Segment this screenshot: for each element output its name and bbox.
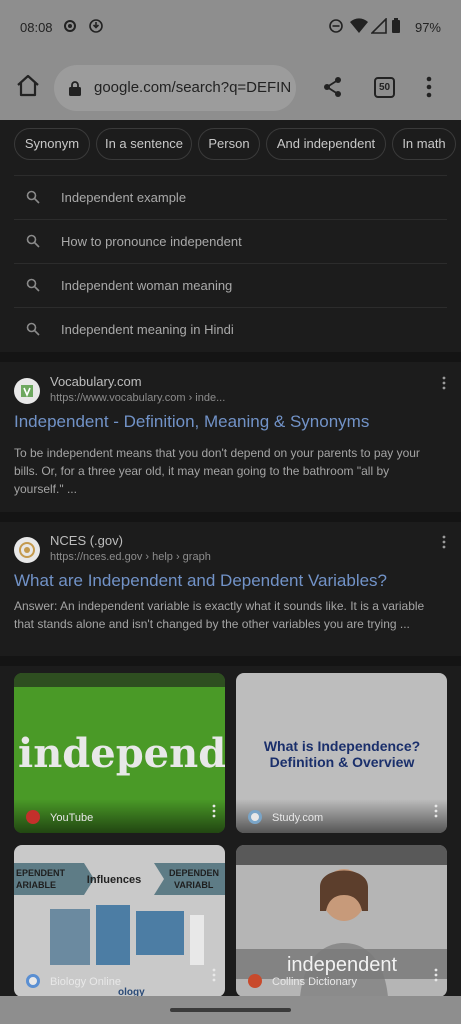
overflow-menu-button[interactable]	[422, 76, 436, 103]
more-vert-icon[interactable]	[441, 376, 447, 395]
tab-switcher-button[interactable]: 50	[374, 77, 395, 98]
chip-in-math[interactable]: In math	[392, 128, 456, 160]
nces-favicon-icon	[14, 537, 40, 563]
browser-toolbar: google.com/search?q=DEFINI 50	[0, 56, 461, 120]
search-result: Vocabulary.com https://www.vocabulary.co…	[14, 374, 447, 504]
share-button[interactable]	[322, 76, 344, 103]
video-card[interactable]: independent Collins Dictionary	[236, 845, 447, 997]
collins-icon	[248, 974, 262, 988]
chip-in-a-sentence[interactable]: In a sentence	[96, 128, 192, 160]
result-snippet: To be independent means that you don't d…	[14, 446, 420, 496]
chip-person[interactable]: Person	[198, 128, 260, 160]
svg-text:EPENDENT: EPENDENT	[16, 868, 66, 878]
battery-icon	[391, 18, 401, 37]
svg-text:VARIABL: VARIABL	[174, 880, 214, 890]
suggestion-item[interactable]: Independent meaning in Hindi	[14, 307, 447, 351]
signal-icon	[370, 17, 387, 37]
wifi-icon	[350, 18, 368, 37]
home-icon	[17, 74, 39, 97]
svg-text:DEPENDEN: DEPENDEN	[169, 868, 219, 878]
system-nav-bar	[0, 996, 461, 1024]
more-vert-icon[interactable]	[441, 535, 447, 554]
url-text: google.com/search?q=DEFINI	[94, 79, 290, 96]
home-button[interactable]	[12, 70, 44, 102]
settings-icon	[62, 18, 78, 37]
result-title-link[interactable]: Independent - Definition, Meaning & Syno…	[14, 412, 369, 432]
youtube-icon	[26, 810, 40, 824]
more-vert-icon[interactable]	[211, 804, 217, 823]
svg-text:ARIABLE: ARIABLE	[16, 880, 56, 890]
more-vert-icon[interactable]	[433, 968, 439, 987]
suggestion-text: How to pronounce independent	[61, 234, 242, 249]
result-site-name: NCES (.gov)	[50, 533, 123, 548]
thumb-influences: Influences	[87, 874, 141, 886]
study-icon	[248, 810, 262, 824]
thumb-heading: What is Independence?	[264, 738, 420, 754]
search-result: NCES (.gov) https://nces.ed.gov › help ›…	[14, 533, 447, 648]
suggestion-item[interactable]: How to pronounce independent	[14, 219, 447, 263]
video-card[interactable]: independent YouTube	[14, 673, 225, 833]
suggestion-item[interactable]: Independent woman meaning	[14, 263, 447, 307]
search-icon	[26, 278, 40, 297]
thumb-caption: independent	[287, 954, 398, 976]
section-divider	[0, 352, 461, 362]
lock-icon	[68, 80, 82, 101]
share-icon	[324, 77, 341, 97]
related-chips: Synonym In a sentence Person And indepen…	[0, 128, 461, 162]
more-vert-icon[interactable]	[433, 804, 439, 823]
result-title-link[interactable]: What are Independent and Dependent Varia…	[14, 571, 387, 591]
video-thumbnail: independent	[236, 845, 447, 997]
video-thumbnail: EPENDENT ARIABLE Influences DEPENDEN VAR…	[14, 845, 225, 997]
status-time: 08:08	[20, 20, 53, 35]
search-icon	[26, 234, 40, 253]
status-bar: 08:08 97%	[0, 0, 461, 56]
address-bar[interactable]: google.com/search?q=DEFINI	[54, 65, 296, 111]
result-snippet: Answer: An independent variable is exact…	[14, 599, 425, 631]
suggestion-item[interactable]: Independent example	[14, 175, 447, 219]
result-site-name: Vocabulary.com	[50, 374, 142, 389]
chip-and-independent[interactable]: And independent	[266, 128, 386, 160]
home-gesture-handle[interactable]	[170, 1008, 291, 1012]
result-url-breadcrumb: https://www.vocabulary.com › inde...	[50, 392, 226, 404]
suggestion-text: Independent meaning in Hindi	[61, 322, 234, 337]
search-icon	[26, 190, 40, 209]
video-footer	[14, 799, 225, 833]
video-footer	[236, 799, 447, 833]
thumb-subheading: Definition & Overview	[270, 754, 415, 770]
data-saver-icon	[88, 18, 104, 37]
suggestion-text: Independent example	[61, 190, 187, 205]
video-source: Biology Online	[50, 976, 121, 988]
dnd-icon	[328, 18, 344, 37]
biology-online-icon	[26, 974, 40, 988]
thumb-text: independent	[18, 730, 225, 777]
video-source: YouTube	[50, 812, 94, 824]
result-url-breadcrumb: https://nces.ed.gov › help › graph	[50, 551, 211, 563]
video-source: Study.com	[272, 812, 324, 824]
video-card[interactable]: EPENDENT ARIABLE Influences DEPENDEN VAR…	[14, 845, 225, 997]
video-source: Collins Dictionary	[272, 976, 357, 988]
search-icon	[26, 322, 40, 341]
more-vert-icon[interactable]	[211, 968, 217, 987]
suggestion-text: Independent woman meaning	[61, 278, 233, 293]
section-divider	[0, 656, 461, 666]
more-vert-icon	[426, 76, 432, 98]
vocabulary-favicon-icon	[14, 378, 40, 404]
chip-synonym[interactable]: Synonym	[14, 128, 90, 160]
battery-percent: 97%	[414, 20, 441, 35]
section-divider	[0, 512, 461, 522]
video-card[interactable]: What is Independence? Definition & Overv…	[236, 673, 447, 833]
